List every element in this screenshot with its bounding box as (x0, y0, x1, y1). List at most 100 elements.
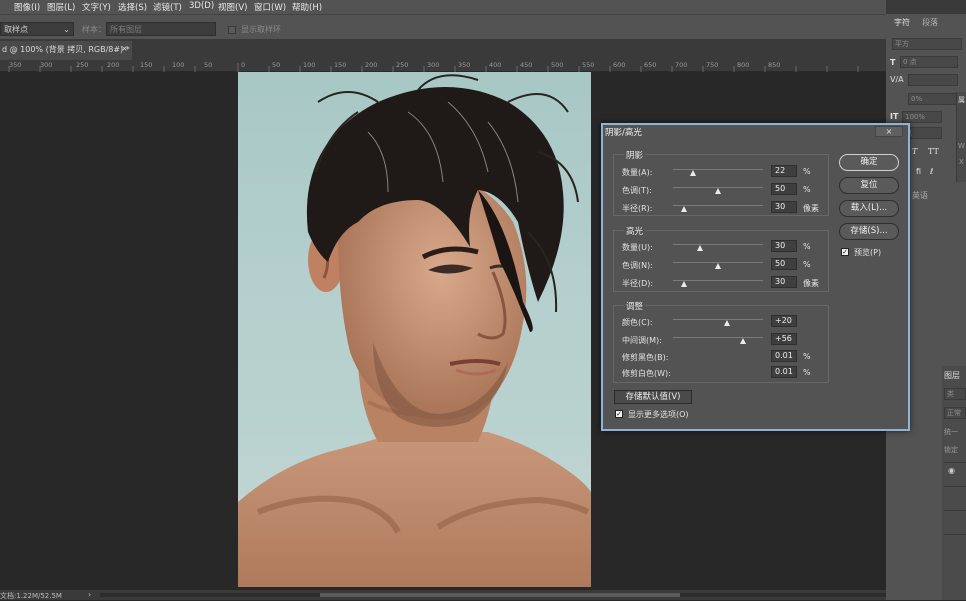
save-button[interactable]: 存储(S)... (839, 223, 899, 240)
tab-character[interactable]: 字符 (890, 14, 918, 30)
chevron-down-icon: ⌄ (63, 23, 70, 36)
vertical-scale-field[interactable]: 100% (902, 111, 942, 123)
highlights-amount-slider[interactable] (673, 244, 763, 245)
ruler-label: 350 (9, 61, 21, 69)
ruler-label: 850 (768, 61, 780, 69)
shadows-tone-field[interactable]: 50 (771, 183, 797, 195)
menu-select[interactable]: 选择(S) (118, 1, 147, 13)
portrait-illustration (238, 72, 591, 587)
menu-window[interactable]: 窗口(W) (254, 1, 286, 13)
layer-row[interactable] (944, 510, 966, 535)
ruler-label: 250 (396, 61, 408, 69)
midtone-contrast-field[interactable]: +56 (771, 333, 797, 345)
sample-size-select[interactable]: 取样点 ⌄ (0, 22, 74, 36)
clip-white-field[interactable]: 0.01 (771, 366, 797, 378)
highlights-tone-field[interactable]: 50 (771, 258, 797, 270)
color-correction-label: 颜色(C): (622, 317, 653, 328)
ruler-label: 0 (241, 61, 245, 69)
load-label: 载入(L)... (851, 203, 887, 213)
ok-button[interactable]: 确定 (839, 154, 899, 171)
shadows-amount-field[interactable]: 22 (771, 165, 797, 177)
menu-filter[interactable]: 滤镜(T) (153, 1, 182, 13)
shadow-highlight-dialog: 阴影/高光 × 阴影 数量(A): 22 % 色调(T): 50 % 半径(R)… (601, 123, 910, 431)
layer-row[interactable] (944, 534, 966, 559)
midtone-contrast-thumb[interactable] (740, 338, 746, 344)
scrollbar-thumb[interactable] (320, 593, 680, 597)
tab-paragraph[interactable]: 段落 (922, 17, 938, 28)
portrait-photo[interactable] (238, 72, 591, 587)
tracking-field[interactable]: 0% (908, 93, 958, 105)
show-ring-checkbox[interactable] (228, 26, 236, 34)
color-correction-slider[interactable] (673, 319, 763, 320)
highlights-tone-thumb[interactable] (715, 263, 721, 269)
blend-mode-value: 正常 (947, 409, 961, 417)
shadows-amount-slider[interactable] (673, 169, 763, 170)
color-correction-thumb[interactable] (724, 320, 730, 326)
horizontal-scrollbar[interactable] (100, 593, 890, 597)
save-defaults-button[interactable]: 存储默认值(V) (614, 390, 692, 404)
highlights-amount-label: 数量(U): (622, 242, 653, 253)
language-label[interactable]: 英语 (912, 190, 928, 201)
highlights-radius-thumb[interactable] (681, 281, 687, 287)
menu-image[interactable]: 图像(I) (14, 1, 40, 13)
reset-button[interactable]: 复位 (839, 177, 899, 194)
midtone-contrast-slider[interactable] (673, 337, 763, 338)
options-bar: 取样点 ⌄ 样本： 所有图层 显示取样环 (0, 14, 886, 40)
chevron-right-icon[interactable]: › (88, 590, 91, 599)
menu-type[interactable]: 文字(Y) (82, 1, 111, 13)
reset-label: 复位 (860, 180, 877, 190)
layers-tab[interactable]: 图层 (944, 370, 960, 381)
lock-label: 锁定 (944, 445, 958, 455)
layer-filter-field[interactable]: 类 (944, 388, 966, 400)
ruler-label: 500 (551, 61, 563, 69)
width-label: W (958, 142, 965, 150)
color-correction-field[interactable]: +20 (771, 315, 797, 327)
shadows-radius-field[interactable]: 30 (771, 201, 797, 213)
highlights-amount-thumb[interactable] (697, 245, 703, 251)
highlights-amount-field[interactable]: 30 (771, 240, 797, 252)
ruler-label: 200 (365, 61, 377, 69)
blend-mode-select[interactable]: 正常 (944, 407, 966, 419)
font-size-field[interactable]: 0 点 (900, 56, 958, 68)
layer-row[interactable] (944, 486, 966, 511)
menu-view[interactable]: 视图(V) (218, 1, 247, 13)
vertical-scale-value: 100% (905, 113, 925, 121)
ruler-label: 350 (458, 61, 470, 69)
ruler-label: 100 (303, 61, 315, 69)
highlights-radius-field[interactable]: 30 (771, 276, 797, 288)
clip-black-label: 修剪黑色(B): (622, 352, 668, 363)
close-icon[interactable]: × (121, 44, 128, 53)
font-size-value: 0 点 (903, 58, 917, 66)
document-tab[interactable]: d @ 100% (背景 拷贝, RGB/8#) * × (0, 41, 132, 60)
all-caps-icon[interactable]: TT (928, 147, 939, 156)
menu-layer[interactable]: 图层(L) (47, 1, 75, 13)
kerning-field[interactable] (908, 74, 958, 86)
font-size-icon: T (890, 58, 895, 67)
close-button[interactable]: × (875, 126, 903, 137)
shadows-radius-label: 半径(R): (622, 203, 653, 214)
layer-row[interactable] (944, 462, 966, 487)
menu-help[interactable]: 帮助(H) (292, 1, 322, 13)
font-style-field[interactable]: 平方 (892, 38, 962, 50)
properties-flyout: 属 W X (956, 92, 966, 182)
shadows-radius-value: 30 (775, 202, 785, 211)
sample-layers-select[interactable]: 所有图层 (106, 22, 216, 36)
shadows-tone-thumb[interactable] (715, 188, 721, 194)
shadows-radius-thumb[interactable] (681, 206, 687, 212)
clip-white-label: 修剪白色(W): (622, 368, 671, 379)
italic-icon[interactable]: T (912, 147, 917, 156)
shadows-amount-thumb[interactable] (690, 170, 696, 176)
ok-label: 确定 (860, 157, 877, 167)
more-options-checkbox[interactable]: ✓ (615, 410, 623, 418)
load-button[interactable]: 载入(L)... (839, 200, 899, 217)
show-ring-label: 显示取样环 (241, 24, 281, 35)
percent-unit: % (803, 352, 811, 361)
highlights-radius-value: 30 (775, 277, 785, 286)
preview-checkbox[interactable]: ✓ (841, 248, 849, 256)
ruler-label: 100 (172, 61, 184, 69)
ligature-icon[interactable]: fi (916, 167, 921, 176)
menu-3d[interactable]: 3D(D) (189, 1, 214, 11)
swash-icon[interactable]: ℓ (930, 167, 933, 176)
midtone-contrast-value: +56 (775, 334, 792, 343)
clip-black-field[interactable]: 0.01 (771, 350, 797, 362)
